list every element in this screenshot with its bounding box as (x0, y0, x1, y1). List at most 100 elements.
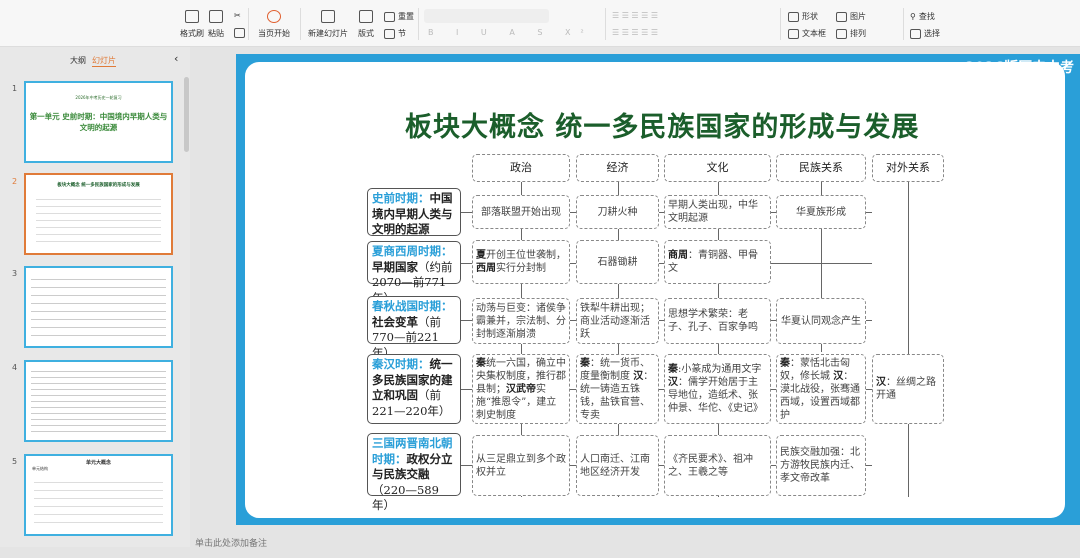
cell-run: 华夏认同观念产生 (781, 315, 861, 327)
notes-placeholder[interactable]: 单击此处添加备注 (195, 536, 267, 549)
thumb-diagram (31, 273, 166, 343)
cell-run: 早期人类出现，中华文明起源 (668, 200, 758, 224)
new-slide-button[interactable]: 新建幻灯片 (308, 10, 348, 39)
cell-text: 汉：丝绸之路开通 (876, 376, 940, 402)
column-header: 政治 (472, 154, 570, 182)
start-current-button[interactable]: 当页开始 (258, 10, 290, 39)
cell-run: 铁犁牛耕出现；商业活动逐渐活跃 (580, 302, 650, 340)
panel-scrollbar[interactable] (184, 77, 189, 152)
cell-run: 民族交融加强：北方游牧民族内迁、孝文帝改革 (780, 447, 860, 484)
clipboard-icon (209, 10, 223, 23)
cell-run: 动荡与巨变：诸侯争霸兼并，宗法制、分封制逐渐崩溃 (476, 302, 566, 340)
slide-number: 4 (12, 363, 18, 372)
diagram-cell: 民族交融加强：北方游牧民族内迁、孝文帝改革 (776, 435, 866, 496)
cell-text: 从三足鼎立到多个政权并立 (476, 453, 566, 479)
diagram-cell: 汉：丝绸之路开通 (872, 354, 944, 424)
cell-emphasis: 西周 (476, 263, 496, 274)
slide-thumbnail-4[interactable] (24, 360, 173, 442)
select-button[interactable]: 选择 (910, 28, 940, 39)
period-name: 春秋战国时期： (372, 299, 453, 313)
layout-button[interactable]: 版式 (358, 10, 374, 39)
thumb-title: 单元大概念 (85, 460, 111, 466)
arrange-button[interactable]: 排列 (836, 28, 866, 39)
slide-thumbnail-1[interactable]: 2026年中考历史一轮复习 第一单元 史前时期：中国境内早期人类与文明的起源 (24, 81, 173, 163)
cell-emphasis: 汉武帝 (506, 383, 536, 395)
cell-text: 人口南迁、江南地区经济开发 (580, 453, 655, 479)
thumb-diagram (36, 193, 161, 248)
slide-thumbnail-2[interactable]: 板块大概念 统一多民族国家的形成与发展 (24, 173, 173, 255)
search-icon: ⚲ (910, 12, 916, 21)
thumb-subtitle: 单元结构 (32, 466, 48, 471)
reset-button[interactable]: 重置 (384, 11, 414, 22)
cell-emphasis: 汉 (876, 377, 886, 388)
cell-emphasis: 秦 (668, 364, 678, 375)
thumb-diagram (31, 367, 166, 437)
paste-button[interactable]: 粘贴 (208, 10, 224, 39)
new-slide-icon (321, 10, 335, 23)
cell-text: 商周：青铜器、甲骨文 (668, 249, 767, 275)
column-header: 经济 (576, 154, 659, 182)
play-icon (267, 10, 281, 23)
slide-thumbnail-5[interactable]: 单元大概念 单元结构 (24, 454, 173, 536)
cell-emphasis: 秦 (580, 357, 590, 369)
period-name: 夏商西周时期： (372, 244, 453, 258)
tab-slides[interactable]: 幻灯片 (92, 55, 116, 67)
diagram-cell: 铁犁牛耕出现；商业活动逐渐活跃 (576, 298, 659, 344)
cell-run: :小篆成为通用文字 (678, 364, 762, 375)
section-icon (384, 28, 395, 39)
diagram-cell: 人口南迁、江南地区经济开发 (576, 435, 659, 496)
slide-title: 板块大概念 统一多民族国家的形成与发展 (405, 112, 920, 143)
slide-thumbnail-3[interactable] (24, 266, 173, 348)
align-buttons[interactable]: ☰ ☰ ☰ ☰ ☰ (612, 28, 658, 37)
diagram-cell: 早期人类出现，中华文明起源 (664, 195, 771, 229)
diagram-cell: 秦：统一货币、度量衡制度 汉：统一铸造五铢钱，盐铁官营、专卖 (576, 354, 659, 424)
copy-button[interactable] (234, 28, 245, 38)
cell-text: 民族交融加强：北方游牧民族内迁、孝文帝改革 (780, 446, 862, 485)
cell-run: 《齐民要术》、祖冲之、王羲之等 (668, 453, 753, 478)
period-name: 秦汉时期： (372, 357, 430, 371)
scissors-icon: ✂ (234, 11, 241, 20)
tab-outline[interactable]: 大纲 (70, 55, 86, 66)
column-header: 对外关系 (872, 154, 944, 182)
cell-text: 秦统一六国，确立中央集权制度，推行郡县制；汉武帝实施“推恩令”，建立刺史制度 (476, 357, 566, 422)
cell-text: 华夏认同观念产生 (781, 315, 861, 328)
arrange-icon (836, 28, 847, 39)
font-format-buttons[interactable]: B I U A S X² (428, 28, 594, 37)
cell-run: 开创王位世袭制， (486, 250, 566, 261)
cell-run: 华夏族形成 (796, 206, 846, 218)
period-label: 春秋战国时期：社会变革（前770—前221年） (367, 296, 461, 360)
format-painter-button[interactable]: 格式刷 (180, 10, 204, 39)
shape-button[interactable]: 形状 (788, 11, 818, 22)
period-desc: 社会变革 (372, 314, 418, 329)
cell-text: 秦:小篆成为通用文字 汉：儒学开始居于主导地位，造纸术、张仲景、华佗、《史记》 (668, 363, 767, 415)
diagram-cell: 部落联盟开始出现 (472, 195, 570, 229)
section-button[interactable]: 节 (384, 28, 406, 39)
picture-button[interactable]: 图片 (836, 11, 866, 22)
cell-text: 秦：统一货币、度量衡制度 汉：统一铸造五铢钱，盐铁官营、专卖 (580, 357, 655, 422)
period-label: 夏商西周时期：早期国家（约前2070—前771年） (367, 241, 461, 305)
cell-text: 铁犁牛耕出现；商业活动逐渐活跃 (580, 302, 655, 341)
cut-button[interactable]: ✂ (234, 11, 241, 20)
cell-text: 《齐民要术》、祖冲之、王羲之等 (668, 453, 767, 479)
cell-run: 人口南迁、江南地区经济开发 (580, 453, 650, 478)
cell-emphasis: 秦 (476, 357, 486, 369)
reset-icon (384, 11, 395, 22)
diagram-cell: 华夏族形成 (776, 195, 866, 229)
cell-text: 思想学术繁荣：老子、孔子、百家争鸣 (668, 308, 767, 334)
cell-emphasis: 秦 (780, 357, 790, 369)
period-name: 史前时期： (372, 191, 430, 205)
thumb-subtitle: 2026年中考历史一轮复习 (75, 95, 122, 100)
cell-emphasis: 汉 (668, 377, 678, 388)
collapse-panel-button[interactable]: ‹ (174, 52, 178, 65)
font-select[interactable] (424, 9, 549, 23)
cell-text: 秦：蒙恬北击匈奴，修长城 汉：漠北战役，张骞通西域，设置西域都护 (780, 357, 862, 422)
textbox-button[interactable]: 文本框 (788, 28, 826, 39)
cell-run: 刀耕火种 (597, 206, 638, 218)
diagram-cell: 思想学术繁荣：老子、孔子、百家争鸣 (664, 298, 771, 344)
picture-icon (836, 11, 847, 22)
slide-canvas[interactable]: 2026版历史中考 板块大概念 统一多民族国家的形成与发展 政治经济文化民族关系… (236, 54, 1080, 525)
paragraph-buttons[interactable]: ☰ ☰ ☰ ☰ ☰ (612, 11, 658, 20)
find-button[interactable]: ⚲ 查找 (910, 11, 935, 22)
slide-number: 1 (12, 84, 18, 93)
period-label: 史前时期：中国境内早期人类与文明的起源 (367, 188, 461, 236)
